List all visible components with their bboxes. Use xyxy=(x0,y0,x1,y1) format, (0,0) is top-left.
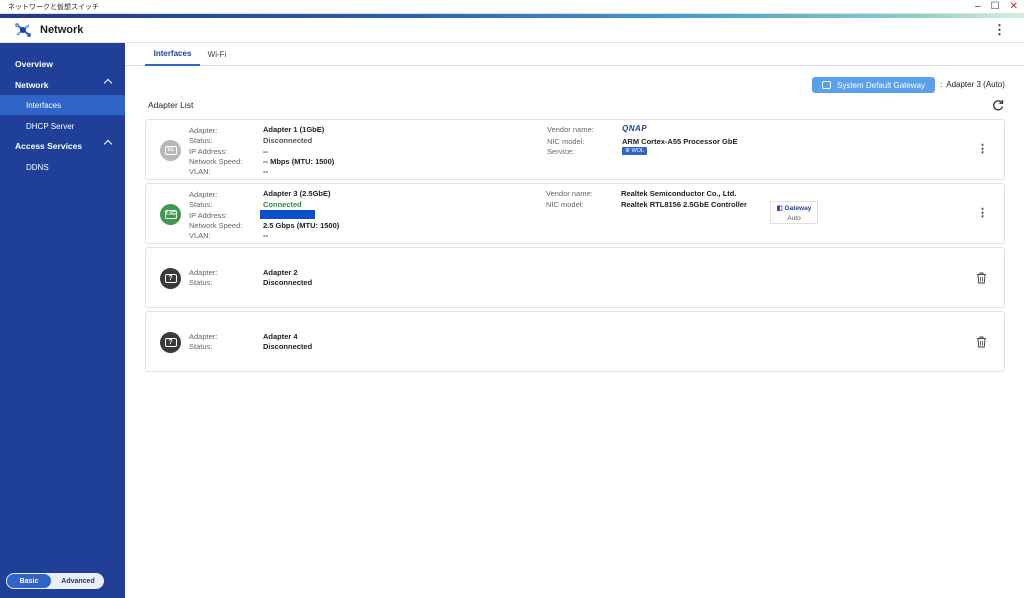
adapter-name: Adapter 1 (1GbE) xyxy=(263,125,325,134)
label-adapter: Adapter: xyxy=(189,332,218,341)
tab-bar: Interfaces Wi-Fi xyxy=(125,43,1024,66)
label-service: Service: xyxy=(547,147,575,156)
adapter-name: Adapter 3 (2.5GbE) xyxy=(263,189,331,198)
label-speed: Network Speed: xyxy=(189,157,243,166)
vendor-logo: QNAP xyxy=(622,124,648,133)
sidebar: Overview Network Interfaces DHCP Server … xyxy=(0,43,125,598)
window-title: ネットワークと仮想スイッチ xyxy=(8,3,99,11)
gateway-button-label: System Default Gateway xyxy=(837,80,926,90)
label-vlan: VLAN: xyxy=(189,231,211,240)
wol-label: WOL xyxy=(631,148,644,154)
label-status: Status: xyxy=(189,342,213,351)
gateway-mode: Auto xyxy=(787,215,801,222)
label-nic: NIC model: xyxy=(546,200,584,209)
sidebar-item-label: DHCP Server xyxy=(26,121,75,131)
ethernet-port-icon: 1G xyxy=(160,140,181,161)
advanced-mode-button[interactable]: Advanced xyxy=(53,574,103,588)
default-gateway-value: : Adapter 3 (Auto) xyxy=(940,80,1005,89)
question-mark-icon: ? xyxy=(164,338,177,347)
gateway-value-text: Adapter 3 (Auto) xyxy=(946,80,1005,89)
label-speed: Network Speed: xyxy=(189,221,243,230)
label-status: Status: xyxy=(189,136,213,145)
label-ip: IP Address: xyxy=(189,147,228,156)
window-title-bar: ネットワークと仮想スイッチ – ☐ ✕ xyxy=(0,0,1024,14)
close-icon[interactable]: ✕ xyxy=(1010,2,1018,12)
maximize-icon[interactable]: ☐ xyxy=(991,2,1000,12)
adapter-name: Adapter 2 xyxy=(263,268,298,277)
sidebar-item-interfaces[interactable]: Interfaces xyxy=(0,95,125,115)
label-status: Status: xyxy=(189,278,213,287)
sidebar-item-label: DDNS xyxy=(26,162,49,172)
minimize-icon[interactable]: – xyxy=(975,2,981,12)
label-nic: NIC model: xyxy=(547,137,585,146)
gateway-icon xyxy=(822,81,831,89)
nic-model: Realtek RTL8156 2.5GbE Controller xyxy=(621,200,747,209)
sidebar-item-overview[interactable]: Overview xyxy=(0,54,125,74)
adapter-speed: -- Mbps (MTU: 1500) xyxy=(263,157,335,166)
adapter-vlan: -- xyxy=(263,231,268,240)
port-badge: 2.5G xyxy=(164,210,177,219)
question-mark-icon: ? xyxy=(164,274,177,283)
trash-icon[interactable] xyxy=(976,272,987,284)
basic-mode-button[interactable]: Basic xyxy=(7,574,51,588)
gateway-label-text: Gateway xyxy=(784,205,812,212)
chevron-up-icon[interactable] xyxy=(103,78,113,88)
app-header: Network ⋮ xyxy=(0,18,1024,43)
trash-icon[interactable] xyxy=(976,336,987,348)
wol-badge: ⚙ WOL xyxy=(622,147,647,155)
refresh-icon[interactable] xyxy=(991,98,1005,112)
gateway-status-box: ◧ Gateway Auto xyxy=(770,201,818,224)
adapter-name: Adapter 4 xyxy=(263,332,298,341)
unknown-port-icon: ? xyxy=(160,268,181,289)
adapter-status: Connected xyxy=(263,200,302,209)
adapter-card[interactable]: 1G Adapter: Status: IP Address: Network … xyxy=(145,119,1005,180)
adapter-speed: 2.5 Gbps (MTU: 1500) xyxy=(263,221,340,230)
label-adapter: Adapter: xyxy=(189,190,218,199)
sidebar-item-ddns[interactable]: DDNS xyxy=(0,157,125,177)
mode-toggle[interactable]: Basic Advanced xyxy=(6,573,104,589)
adapter-status: Disconnected xyxy=(263,136,313,145)
gateway-label: ◧ Gateway xyxy=(776,205,812,212)
sidebar-item-access-services[interactable]: Access Services xyxy=(0,136,125,156)
unknown-port-icon: ? xyxy=(160,332,181,353)
gateway-separator: : xyxy=(940,80,943,89)
label-status: Status: xyxy=(189,200,213,209)
label-ip: IP Address: xyxy=(189,211,228,220)
adapter-status: Disconnected xyxy=(263,342,313,351)
sidebar-item-label: Network xyxy=(15,80,49,90)
app-title: Network xyxy=(40,24,84,36)
more-vertical-icon[interactable]: ⋮ xyxy=(977,144,988,155)
adapter-vlan: -- xyxy=(263,167,268,176)
port-badge: 1G xyxy=(164,146,177,155)
label-adapter: Adapter: xyxy=(189,268,218,277)
network-logo-icon xyxy=(15,23,31,37)
sidebar-item-network[interactable]: Network xyxy=(0,75,125,95)
tab-interfaces[interactable]: Interfaces xyxy=(145,43,200,66)
sidebar-item-dhcp-server[interactable]: DHCP Server xyxy=(0,116,125,136)
sidebar-item-label: Overview xyxy=(15,59,53,69)
adapter-status: Disconnected xyxy=(263,278,313,287)
sidebar-item-label: Access Services xyxy=(15,141,83,151)
nic-model: ARM Cortex-A55 Processor GbE xyxy=(622,137,738,146)
label-vlan: VLAN: xyxy=(189,167,211,176)
chevron-up-icon[interactable] xyxy=(103,139,113,149)
window-controls: – ☐ ✕ xyxy=(975,0,1018,14)
label-adapter: Adapter: xyxy=(189,126,218,135)
tab-wifi[interactable]: Wi-Fi xyxy=(203,43,231,66)
more-vertical-icon[interactable]: ⋮ xyxy=(977,208,988,219)
adapter-card[interactable]: ? Adapter: Status: Adapter 2 Disconnecte… xyxy=(145,247,1005,308)
system-default-gateway-button[interactable]: System Default Gateway xyxy=(812,77,935,93)
adapter-card[interactable]: 2.5G Adapter: Status: IP Address: Networ… xyxy=(145,183,1005,244)
ethernet-port-icon: 2.5G xyxy=(160,204,181,225)
label-vendor: Vendor name: xyxy=(547,125,594,134)
ip-address-redacted xyxy=(260,210,315,219)
adapter-list-title: Adapter List xyxy=(148,100,194,110)
more-vertical-icon[interactable]: ⋮ xyxy=(993,23,1006,37)
adapter-card[interactable]: ? Adapter: Status: Adapter 4 Disconnecte… xyxy=(145,311,1005,372)
sidebar-item-label: Interfaces xyxy=(26,100,62,110)
label-vendor: Vendor name: xyxy=(546,189,593,198)
main-panel: Interfaces Wi-Fi System Default Gateway … xyxy=(125,43,1024,598)
adapter-ip: -- xyxy=(263,147,268,156)
vendor-name: Realtek Semiconductor Co., Ltd. xyxy=(621,189,737,198)
